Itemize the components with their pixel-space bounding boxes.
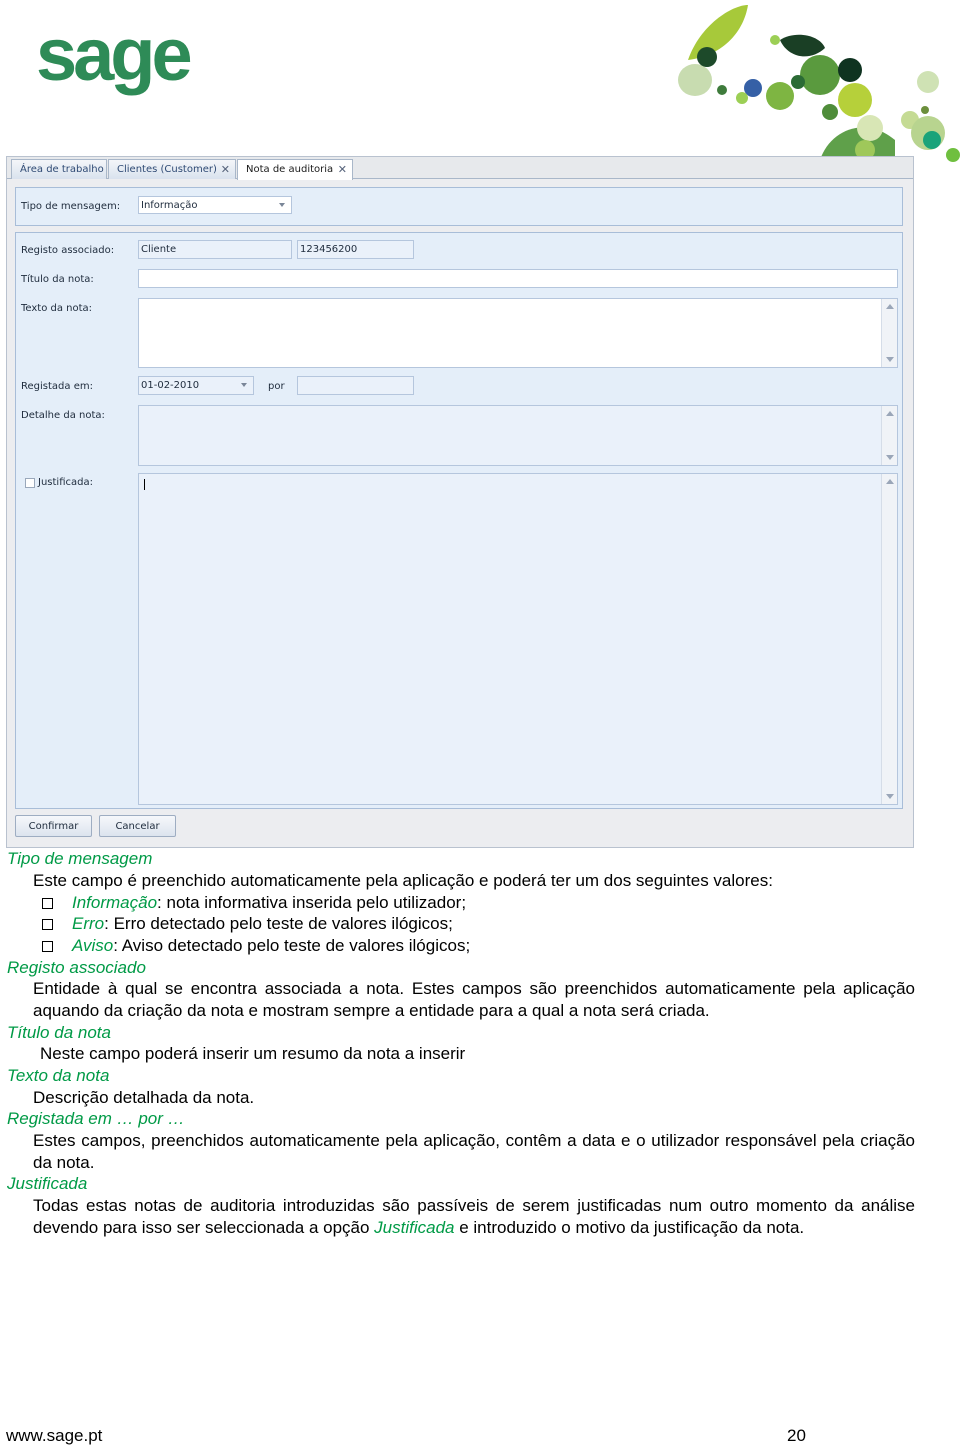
- tab-nota-de-auditoria[interactable]: Nota de auditoria ✕: [237, 159, 353, 180]
- list-item-text: : Aviso detectado pelo teste de valores …: [113, 936, 471, 955]
- list-item-term: Informação: [72, 893, 158, 912]
- por-field[interactable]: [297, 376, 414, 395]
- list-item-text: : nota informativa inserida pelo utiliza…: [157, 893, 467, 912]
- section-text-registada-em: Estes campos, preenchidos automaticament…: [33, 1131, 915, 1172]
- justificada-checkbox[interactable]: [25, 478, 35, 488]
- tab-label: Clientes (Customer): [117, 164, 217, 175]
- titulo-nota-input[interactable]: [138, 269, 898, 288]
- registo-tipo-field[interactable]: Cliente: [138, 240, 292, 259]
- audit-note-window: Área de trabalho Clientes (Customer) ✕ N…: [6, 156, 914, 848]
- scroll-down-icon[interactable]: [886, 794, 894, 799]
- texto-nota-label: Texto da nota:: [21, 303, 93, 314]
- section-text-titulo-nota: Neste campo poderá inserir um resumo da …: [40, 1044, 466, 1063]
- chevron-down-icon: [241, 383, 247, 387]
- section-heading-justificada: Justificada: [7, 1174, 88, 1193]
- scroll-up-icon[interactable]: [886, 304, 894, 309]
- leaf-decoration: [678, 5, 960, 165]
- checkbox-bullet-icon: [42, 941, 53, 952]
- scroll-down-icon[interactable]: [886, 357, 894, 362]
- scroll-up-icon[interactable]: [886, 411, 894, 416]
- section-heading-registo-associado: Registo associado: [7, 958, 146, 977]
- page-number: 20: [787, 1426, 806, 1445]
- list-item: Aviso: Aviso detectado pelo teste de val…: [42, 935, 470, 957]
- section-heading-registada-em: Registada em … por …: [7, 1109, 185, 1128]
- tab-label: Nota de auditoria: [246, 164, 334, 175]
- section-text-tipo-mensagem: Este campo é preenchido automaticamente …: [33, 871, 773, 890]
- section-text-texto-nota: Descrição detalhada da nota.: [33, 1088, 255, 1107]
- close-icon[interactable]: ✕: [338, 163, 347, 176]
- detalhe-nota-label: Detalhe da nota:: [21, 410, 105, 421]
- por-label: por: [268, 381, 285, 392]
- section-heading-texto-nota: Texto da nota: [7, 1066, 110, 1085]
- justificada-text-after: e introduzido o motivo da justificação d…: [454, 1217, 805, 1237]
- tab-area-de-trabalho[interactable]: Área de trabalho: [11, 159, 107, 179]
- tab-bar: Área de trabalho Clientes (Customer) ✕ N…: [7, 157, 913, 180]
- sage-logo-text: sage: [36, 22, 191, 96]
- message-type-panel: Tipo de mensagem: Informação: [15, 187, 903, 226]
- confirm-button[interactable]: Confirmar: [15, 815, 92, 837]
- detalhe-nota-textarea[interactable]: [138, 405, 898, 466]
- registada-em-value: 01-02-2010: [141, 380, 200, 391]
- tipo-mensagem-value: Informação: [141, 200, 198, 211]
- tab-label: Área de trabalho: [20, 164, 104, 175]
- list-item-term: Erro: [72, 914, 105, 933]
- list-item: Erro: Erro detectado pelo teste de valor…: [42, 913, 453, 935]
- checkbox-bullet-icon: [42, 919, 53, 930]
- sage-logo: sage: [36, 22, 195, 96]
- texto-nota-textarea[interactable]: [138, 298, 898, 368]
- scrollbar[interactable]: [881, 299, 897, 367]
- footer-url: www.sage.pt: [6, 1426, 103, 1445]
- section-heading-titulo-nota: Título da nota: [7, 1023, 111, 1042]
- registo-codigo-value: 123456200: [300, 244, 358, 255]
- justificada-term: Justificada: [374, 1217, 455, 1237]
- scroll-up-icon[interactable]: [886, 479, 894, 484]
- scrollbar[interactable]: [881, 474, 897, 804]
- tipo-mensagem-label: Tipo de mensagem:: [21, 201, 121, 212]
- registada-em-label: Registada em:: [21, 381, 93, 392]
- chevron-down-icon: [279, 203, 285, 207]
- justificada-label: Justificada:: [38, 477, 93, 488]
- section-heading-tipo-mensagem: Tipo de mensagem: [7, 849, 153, 868]
- scroll-down-icon[interactable]: [886, 455, 894, 460]
- registo-associado-label: Registo associado:: [21, 245, 115, 256]
- registo-codigo-field[interactable]: 123456200: [297, 240, 414, 259]
- tipo-mensagem-select[interactable]: Informação: [138, 196, 292, 214]
- justificacao-textarea[interactable]: [138, 473, 898, 805]
- list-item: Informação: nota informativa inserida pe…: [42, 892, 466, 914]
- tab-clientes[interactable]: Clientes (Customer) ✕: [108, 159, 236, 179]
- list-item-text: : Erro detectado pelo teste de valores i…: [104, 914, 453, 933]
- scrollbar[interactable]: [881, 406, 897, 465]
- checkbox-bullet-icon: [42, 898, 53, 909]
- note-details-panel: Registo associado: Cliente 123456200 Tít…: [15, 232, 903, 809]
- registo-tipo-value: Cliente: [141, 244, 177, 255]
- list-item-term: Aviso: [72, 936, 114, 955]
- section-text-registo-associado: Entidade à qual se encontra associada a …: [33, 979, 915, 1020]
- titulo-nota-label: Título da nota:: [21, 274, 94, 285]
- text-cursor: [144, 479, 145, 490]
- registada-em-date[interactable]: 01-02-2010: [138, 376, 254, 395]
- close-icon[interactable]: ✕: [221, 163, 230, 176]
- section-text-justificada: Todas estas notas de auditoria introduzi…: [33, 1195, 915, 1238]
- cancel-button[interactable]: Cancelar: [99, 815, 176, 837]
